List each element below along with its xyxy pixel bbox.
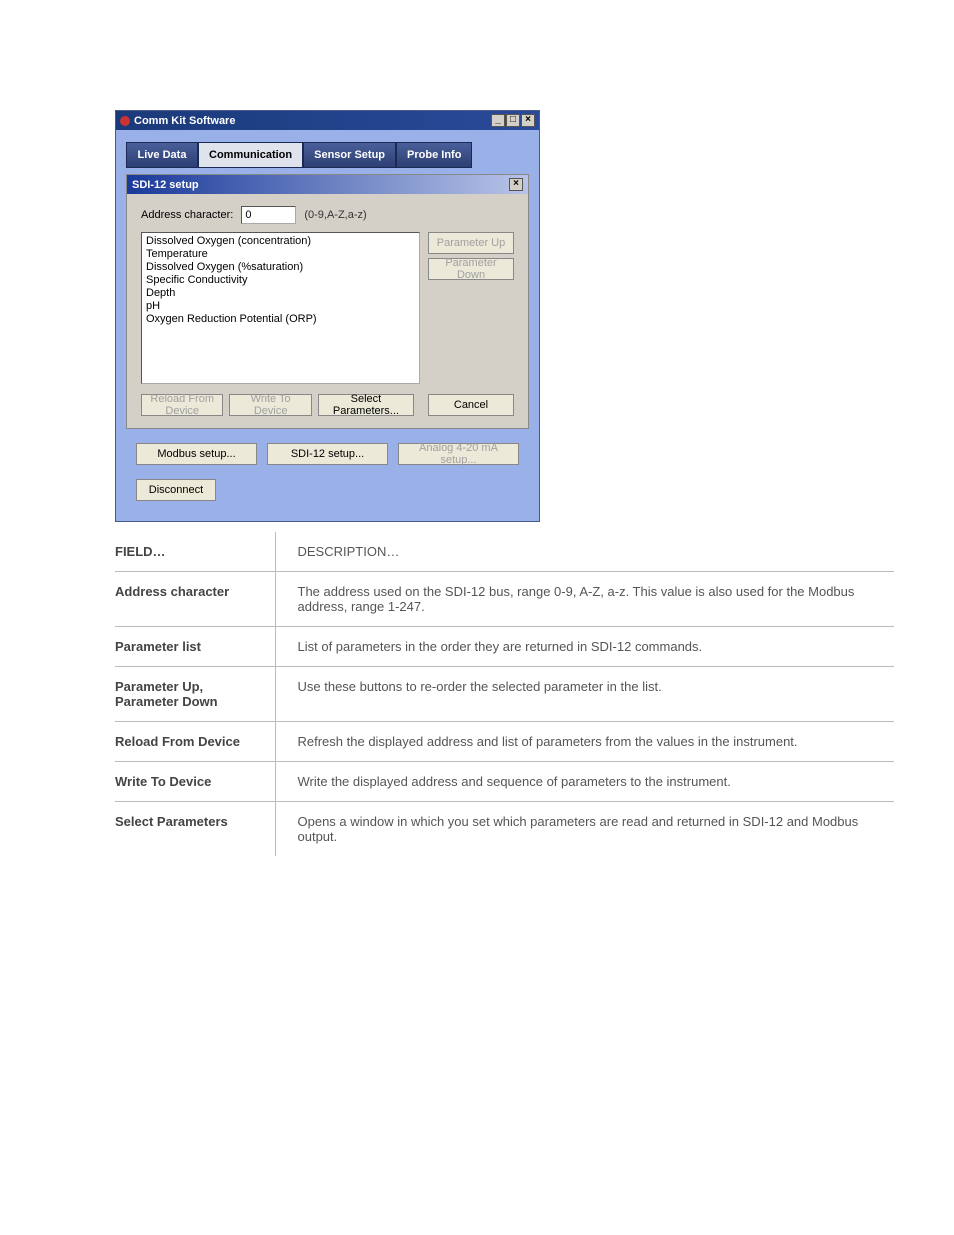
parameter-up-button[interactable]: Parameter Up: [428, 232, 514, 254]
term-cell: Write To Device: [115, 762, 275, 802]
select-parameters-button[interactable]: Select Parameters...: [318, 394, 414, 416]
def-cell: Refresh the displayed address and list o…: [275, 722, 894, 762]
def-cell: The address used on the SDI-12 bus, rang…: [275, 572, 894, 627]
term-cell: FIELD…: [115, 532, 275, 572]
tab-sensor-setup[interactable]: Sensor Setup: [303, 142, 396, 168]
list-item[interactable]: Depth: [146, 287, 415, 300]
def-cell: DESCRIPTION…: [275, 532, 894, 572]
def-cell: Opens a window in which you set which pa…: [275, 802, 894, 857]
minimize-icon[interactable]: _: [491, 114, 505, 127]
write-button[interactable]: Write To Device: [229, 394, 311, 416]
modbus-setup-button[interactable]: Modbus setup...: [136, 443, 257, 465]
titlebar: Comm Kit Software _ □ ×: [116, 111, 539, 130]
table-row: Reload From Device Refresh the displayed…: [115, 722, 894, 762]
tab-communication[interactable]: Communication: [198, 142, 303, 168]
close-icon[interactable]: ×: [521, 114, 535, 127]
term-cell: Reload From Device: [115, 722, 275, 762]
window-title: Comm Kit Software: [134, 115, 235, 127]
parameter-list[interactable]: Dissolved Oxygen (concentration) Tempera…: [141, 232, 420, 384]
reload-button[interactable]: Reload From Device: [141, 394, 223, 416]
disconnect-button[interactable]: Disconnect: [136, 479, 216, 501]
list-item[interactable]: Temperature: [146, 248, 415, 261]
sdi12-setup-button[interactable]: SDI-12 setup...: [267, 443, 388, 465]
maximize-icon[interactable]: □: [506, 114, 520, 127]
panel-title: SDI-12 setup: [132, 179, 199, 191]
list-item[interactable]: Dissolved Oxygen (%saturation): [146, 261, 415, 274]
table-row: Parameter Up, Parameter Down Use these b…: [115, 667, 894, 722]
term-cell: Select Parameters: [115, 802, 275, 857]
address-input[interactable]: [241, 206, 296, 224]
app-window: Comm Kit Software _ □ × Live Data Commun…: [115, 110, 540, 522]
address-hint: (0-9,A-Z,a-z): [304, 209, 366, 221]
table-row: Address character The address used on th…: [115, 572, 894, 627]
cancel-button[interactable]: Cancel: [428, 394, 514, 416]
parameter-down-button[interactable]: Parameter Down: [428, 258, 514, 280]
table-row: Parameter list List of parameters in the…: [115, 627, 894, 667]
sdi12-panel: SDI-12 setup × Address character: (0-9,A…: [126, 174, 529, 429]
term-cell: Parameter Up, Parameter Down: [115, 667, 275, 722]
address-label: Address character:: [141, 209, 233, 221]
def-cell: Write the displayed address and sequence…: [275, 762, 894, 802]
table-row: FIELD… DESCRIPTION…: [115, 532, 894, 572]
analog-setup-button[interactable]: Analog 4-20 mA setup...: [398, 443, 519, 465]
table-row: Select Parameters Opens a window in whic…: [115, 802, 894, 857]
term-cell: Parameter list: [115, 627, 275, 667]
table-row: Write To Device Write the displayed addr…: [115, 762, 894, 802]
panel-close-icon[interactable]: ×: [509, 178, 523, 191]
term-cell: Address character: [115, 572, 275, 627]
app-icon: [120, 116, 130, 126]
def-cell: Use these buttons to re-order the select…: [275, 667, 894, 722]
description-table: FIELD… DESCRIPTION… Address character Th…: [115, 532, 894, 856]
tab-strip: Live Data Communication Sensor Setup Pro…: [126, 142, 529, 168]
def-cell: List of parameters in the order they are…: [275, 627, 894, 667]
list-item[interactable]: Oxygen Reduction Potential (ORP): [146, 313, 415, 326]
panel-header: SDI-12 setup ×: [127, 175, 528, 194]
list-item[interactable]: pH: [146, 300, 415, 313]
list-item[interactable]: Dissolved Oxygen (concentration): [146, 235, 415, 248]
list-item[interactable]: Specific Conductivity: [146, 274, 415, 287]
tab-live-data[interactable]: Live Data: [126, 142, 198, 168]
tab-probe-info[interactable]: Probe Info: [396, 142, 472, 168]
